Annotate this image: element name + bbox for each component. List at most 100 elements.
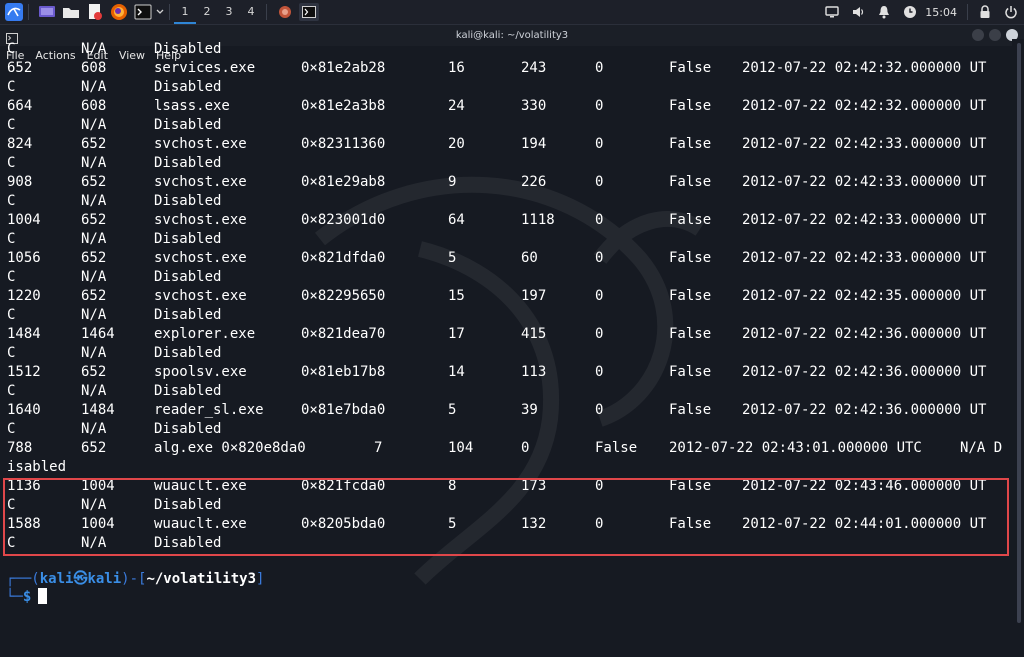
workspace-2[interactable]: 2 [196,0,218,24]
scrollbar[interactable] [1012,39,1024,632]
text-editor-icon[interactable] [85,3,105,21]
terminal-window-icon[interactable] [299,3,319,21]
taskbar-separator [28,4,29,20]
bell-icon[interactable] [876,4,892,20]
terminal-cell: 0×81e29ab8 [301,174,386,190]
scrollbar-thumb[interactable] [1017,43,1021,623]
desktop-icon[interactable] [37,3,57,21]
terminal-cell: N/A [81,421,107,437]
terminal-cell: 415 [521,326,547,342]
taskbar-separator [169,4,170,20]
terminal-cell: 0×81e2ab28 [301,60,386,76]
terminal-cell: 197 [521,288,547,304]
app-icon[interactable] [275,3,295,21]
terminal-cell: 20 [448,136,465,152]
terminal-cell: 0 [595,288,604,304]
terminal-cell: 0 [595,250,604,266]
terminal-cell: Disabled [154,231,222,247]
terminal-cell: 0 [595,174,604,190]
terminal-cell: 0×81e2a3b8 [301,98,386,114]
prompt-line-1: ┌──(kali㉿kali)-[~/volatility3] [6,568,264,588]
terminal-cell: N/A [81,383,107,399]
terminal-cell: 788 [7,440,33,456]
terminal-cell: Disabled [154,421,222,437]
terminal-cell: C [7,345,16,361]
terminal-cell: Disabled [154,345,222,361]
terminal-cell: Disabled [154,117,222,133]
terminal-cell: lsass.exe [154,98,230,114]
terminal-cell: N/A [81,345,107,361]
terminal-cell: 7 [374,440,383,456]
clock-time[interactable]: 15:04 [925,6,957,19]
prompt-user: kali [39,571,74,587]
terminal-cell: 608 [81,98,107,114]
terminal-output[interactable]: C N/A Disabled 652 608 services.exe 0×81e2ab28… [0,39,1012,632]
workspace-4[interactable]: 4 [240,0,262,24]
taskbar: 1 2 3 4 15:04 [0,0,1024,25]
terminal-cell: False [669,402,712,418]
workspace-1[interactable]: 1 [174,0,196,24]
terminal-cell: 194 [521,136,547,152]
terminal-cell: 39 [521,402,538,418]
terminal-cell: svchost.exe [154,212,247,228]
terminal-cell: 14 [448,364,465,380]
terminal-cell: 2012-07-22 02:42:32.000000 UT [742,60,987,76]
text-cursor [38,588,48,604]
terminal-cell: False [669,212,712,228]
terminal-cell: Disabled [154,155,222,171]
terminal-cell: C [7,117,16,133]
terminal-cell: Disabled [154,269,222,285]
terminal-cell: 0×81e7bda0 [301,402,386,418]
terminal-cell: 1484 [7,326,41,342]
kali-menu-icon[interactable] [4,3,24,21]
terminal-cell: 1464 [81,326,115,342]
tray-separator [967,4,968,20]
monitor-icon[interactable] [824,4,840,20]
terminal-cell: 330 [521,98,547,114]
terminal-cell: N/A [81,41,107,57]
terminal-cell: 908 [7,174,33,190]
prompt-dir: ~/volatility3 [146,571,257,587]
terminal-cell: spoolsv.exe [154,364,247,380]
file-manager-icon[interactable] [61,3,81,21]
terminal-cell: 2012-07-22 02:42:35.000000 UT [742,288,987,304]
terminal-cell: 652 [7,60,33,76]
terminal-cell: 1004 [7,212,41,228]
workspace-3[interactable]: 3 [218,0,240,24]
firefox-icon[interactable] [109,3,129,21]
terminal-cell: 16 [448,60,465,76]
terminal-cell: 1056 [7,250,41,266]
terminal-icon[interactable] [133,3,153,21]
terminal-cell: Disabled [154,307,222,323]
terminal-cell: 243 [521,60,547,76]
terminal-cell: N/A [81,155,107,171]
terminal-cell: 60 [521,250,538,266]
terminal-cell: svchost.exe [154,250,247,266]
terminal-cell: 2012-07-22 02:42:33.000000 UT [742,174,987,190]
terminal-cell: 0×823001d0 [301,212,386,228]
terminal-cell: 652 [81,440,107,456]
terminal-cell: False [595,440,638,456]
power-icon[interactable] [1003,4,1019,20]
terminal-cell: N/A [81,269,107,285]
volume-icon[interactable] [850,4,866,20]
lock-icon[interactable] [977,4,993,20]
terminal-cell: 2012-07-22 02:42:32.000000 UT [742,98,987,114]
terminal-cell: 1640 [7,402,41,418]
terminal-cell: C [7,269,16,285]
terminal-cell: 24 [448,98,465,114]
prompt-symbol: $ [22,589,32,605]
terminal-cell: False [669,326,712,342]
system-tray: 15:04 [819,0,1024,24]
terminal-cell: N/A [81,79,107,95]
taskbar-separator [266,4,267,20]
terminal-cell: svchost.exe [154,174,247,190]
terminal-cell: False [669,364,712,380]
terminal-cell: 0 [595,98,604,114]
prompt-line-2[interactable]: └─$ [6,588,48,605]
terminal-cell: 64 [448,212,465,228]
chevron-down-icon[interactable] [155,3,165,21]
terminal-cell: False [669,98,712,114]
terminal-cell: C [7,421,16,437]
prompt-frame-top: ┌──( [6,571,40,587]
